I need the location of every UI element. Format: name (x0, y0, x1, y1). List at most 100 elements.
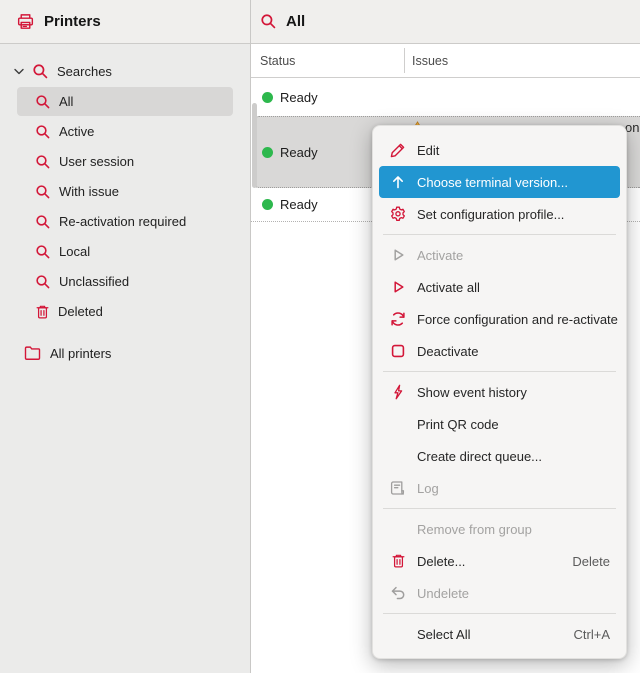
sidebar-item-local[interactable]: Local (17, 237, 233, 266)
sidebar-group-label: Searches (57, 64, 112, 79)
menu-item-activate: Activate (379, 239, 620, 271)
sidebar-item-label: Re-activation required (59, 214, 186, 229)
menu-item-activate-all[interactable]: Activate all (379, 271, 620, 303)
chevron-down-icon[interactable] (14, 68, 24, 75)
log-scroll-icon (389, 479, 407, 497)
sidebar-item-user-session[interactable]: User session (17, 147, 233, 176)
sidebar-header: Printers (0, 0, 250, 44)
menu-item-choose-terminal-version[interactable]: Choose terminal version... (379, 166, 620, 198)
menu-item-log: Log (379, 472, 620, 504)
menu-item-remove-from-group: Remove from group (379, 513, 620, 545)
menu-item-undelete: Undelete (379, 577, 620, 609)
stop-square-icon (389, 342, 407, 360)
sidebar-tree: Searches All Active User session (0, 44, 250, 673)
no-icon (389, 415, 407, 433)
sidebar-group-searches[interactable]: Searches (0, 56, 250, 86)
menu-item-label: Show event history (417, 385, 527, 400)
sidebar-item-label: Local (59, 244, 90, 259)
sidebar-item-label: Active (59, 124, 94, 139)
play-icon (389, 278, 407, 296)
menu-item-show-event-history[interactable]: Show event history (379, 376, 620, 408)
menu-item-label: Edit (417, 143, 439, 158)
menu-item-set-configuration-profile[interactable]: Set configuration profile... (379, 198, 620, 230)
search-icon (35, 244, 51, 260)
search-icon (35, 214, 51, 230)
menu-separator (383, 371, 616, 372)
scrollbar-thumb[interactable] (252, 103, 257, 188)
status-ready-dot (262, 199, 273, 210)
context-menu: Edit Choose terminal version... Set conf… (372, 125, 627, 659)
no-icon (389, 625, 407, 643)
menu-item-label: Force configuration and re-activate (417, 312, 618, 327)
sidebar-item-with-issue[interactable]: With issue (17, 177, 233, 206)
sidebar-item-label: User session (59, 154, 134, 169)
sidebar-item-label: Unclassified (59, 274, 129, 289)
no-icon (389, 520, 407, 538)
undo-icon (389, 584, 407, 602)
status-label: Ready (280, 90, 318, 105)
menu-item-label: Activate all (417, 280, 480, 295)
menu-separator (383, 508, 616, 509)
sidebar-item-all-printers[interactable]: All printers (17, 338, 233, 368)
menu-item-print-qr-code[interactable]: Print QR code (379, 408, 620, 440)
issue-text-fragment: on (625, 120, 639, 135)
sidebar-item-label: All (59, 94, 73, 109)
search-icon (32, 63, 49, 80)
printer-icon (16, 12, 35, 31)
refresh-icon (389, 310, 407, 328)
menu-item-label: Deactivate (417, 344, 478, 359)
sidebar-item-reactivation-required[interactable]: Re-activation required (17, 207, 233, 236)
folder-icon (24, 346, 41, 360)
menu-item-label: Log (417, 481, 439, 496)
no-icon (389, 447, 407, 465)
menu-item-label: Activate (417, 248, 463, 263)
sidebar-item-label: With issue (59, 184, 119, 199)
trash-icon (389, 552, 407, 570)
menu-item-label: Print QR code (417, 417, 499, 432)
search-icon (35, 124, 51, 140)
sidebar-item-active[interactable]: Active (17, 117, 233, 146)
search-icon (260, 13, 277, 30)
pencil-icon (389, 141, 407, 159)
status-label: Ready (280, 197, 318, 212)
menu-item-delete[interactable]: Delete... Delete (379, 545, 620, 577)
sidebar-item-label: Deleted (58, 304, 103, 319)
sidebar-title: Printers (44, 13, 101, 30)
page-title: All (286, 13, 305, 30)
search-icon (35, 154, 51, 170)
menu-item-label: Create direct queue... (417, 449, 542, 464)
search-icon (35, 94, 51, 110)
search-icon (35, 184, 51, 200)
trash-icon (35, 304, 50, 320)
menu-item-create-direct-queue[interactable]: Create direct queue... (379, 440, 620, 472)
menu-shortcut: Ctrl+A (574, 627, 610, 642)
column-header-status[interactable]: Status (251, 44, 404, 77)
menu-item-label: Select All (417, 627, 470, 642)
menu-item-force-configuration[interactable]: Force configuration and re-activate (379, 303, 620, 335)
menu-shortcut: Delete (572, 554, 610, 569)
sidebar-item-all[interactable]: All (17, 87, 233, 116)
menu-item-label: Set configuration profile... (417, 207, 564, 222)
status-ready-dot (262, 92, 273, 103)
menu-separator (383, 234, 616, 235)
main-header: All (251, 0, 640, 44)
table-row[interactable]: Ready (251, 78, 640, 116)
menu-item-edit[interactable]: Edit (379, 134, 620, 166)
lightning-icon (389, 383, 407, 401)
menu-item-deactivate[interactable]: Deactivate (379, 335, 620, 367)
menu-separator (383, 613, 616, 614)
printers-app-window: Printers Searches All (0, 0, 640, 673)
sidebar-item-unclassified[interactable]: Unclassified (17, 267, 233, 296)
table-header: Status Issues (251, 44, 640, 78)
play-icon (389, 246, 407, 264)
sidebar-item-deleted[interactable]: Deleted (17, 297, 233, 326)
menu-item-select-all[interactable]: Select All Ctrl+A (379, 618, 620, 650)
status-ready-dot (262, 147, 273, 158)
sidebar-item-label: All printers (50, 346, 111, 361)
menu-item-label: Delete... (417, 554, 465, 569)
menu-item-label: Undelete (417, 586, 469, 601)
search-icon (35, 274, 51, 290)
gear-icon (389, 205, 407, 223)
column-header-issues[interactable]: Issues (404, 44, 640, 77)
status-label: Ready (280, 145, 318, 160)
